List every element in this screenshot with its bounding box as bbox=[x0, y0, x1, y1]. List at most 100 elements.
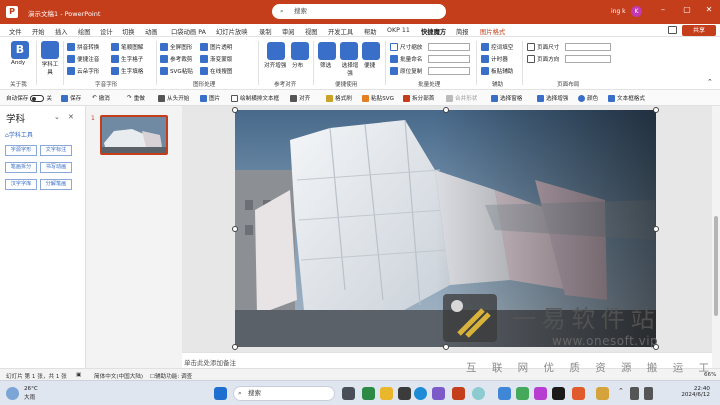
tab-developer[interactable]: 开发工具 bbox=[328, 27, 353, 36]
tab-review[interactable]: 审阅 bbox=[282, 27, 295, 36]
tab-okp[interactable]: OKP 11 bbox=[387, 27, 410, 34]
tab-record[interactable]: 录制 bbox=[259, 27, 272, 36]
powerpoint-icon[interactable]: P bbox=[6, 6, 18, 18]
app-icon[interactable] bbox=[534, 387, 547, 400]
resize-handle[interactable] bbox=[232, 226, 238, 232]
qat-from-start-button[interactable]: 从头开始 bbox=[158, 94, 189, 102]
char-fill-button[interactable]: 生字填格 bbox=[111, 67, 143, 75]
user-name[interactable]: ing k bbox=[611, 8, 626, 15]
qat-save-button[interactable]: 保存 bbox=[61, 94, 81, 102]
batch-rename-button[interactable]: 批量命名 bbox=[390, 55, 422, 63]
in-place-copy-button[interactable]: 原位复制 bbox=[390, 67, 422, 75]
qat-color-button[interactable]: 颜色 bbox=[578, 94, 598, 102]
edge-icon[interactable] bbox=[414, 387, 427, 400]
convenient-icon[interactable] bbox=[362, 42, 380, 60]
tab-design[interactable]: 设计 bbox=[100, 27, 113, 36]
file-explorer-icon[interactable] bbox=[380, 387, 393, 400]
app-icon[interactable] bbox=[472, 387, 485, 400]
tab-pocket-animation[interactable]: 口袋动画 PA bbox=[171, 27, 206, 36]
in-place-copy-input[interactable] bbox=[428, 67, 470, 75]
cloud-font-button[interactable]: 云朵字形 bbox=[67, 67, 99, 75]
align-enhance-icon[interactable] bbox=[267, 42, 285, 60]
resize-handle[interactable] bbox=[443, 107, 449, 113]
tab-view[interactable]: 视图 bbox=[305, 27, 318, 36]
share-button[interactable]: 共享 bbox=[682, 25, 716, 36]
qat-selection-pane-button[interactable]: 选择窗格 bbox=[491, 94, 522, 102]
qat-redo-button[interactable]: ↷ 重做 bbox=[127, 94, 145, 102]
app-icon[interactable] bbox=[498, 387, 511, 400]
tab-file[interactable]: 文件 bbox=[9, 27, 22, 36]
qat-paste-svg-button[interactable]: 粘贴SVG bbox=[362, 94, 394, 102]
qat-split-radical-button[interactable]: 拆分部首 bbox=[403, 94, 434, 102]
close-icon[interactable]: ✕ bbox=[702, 5, 716, 14]
resize-handle[interactable] bbox=[653, 107, 659, 113]
reference-crop-button[interactable]: 参考裁剪 bbox=[160, 55, 192, 63]
pane-dropdown-icon[interactable]: ⌄ bbox=[54, 113, 60, 121]
tab-animations[interactable]: 动画 bbox=[145, 27, 158, 36]
chevron-up-icon[interactable]: ⌃ bbox=[618, 387, 626, 400]
maximize-icon[interactable]: ▢ bbox=[680, 5, 694, 14]
page-size-select[interactable] bbox=[565, 43, 611, 51]
tab-brief[interactable]: 简报 bbox=[456, 27, 469, 36]
tab-transitions[interactable]: 切换 bbox=[122, 27, 135, 36]
fullscreen-shape-button[interactable]: 全屏图形 bbox=[160, 43, 192, 51]
collapse-ribbon-icon[interactable]: ⌃ bbox=[707, 78, 713, 86]
pane-section-title[interactable]: ⌂学科工具 bbox=[5, 130, 33, 139]
comments-icon[interactable] bbox=[668, 26, 677, 34]
learn-tool-icon[interactable] bbox=[41, 41, 59, 59]
network-icon[interactable] bbox=[630, 387, 639, 400]
qat-textbox-format-button[interactable]: 文本框格式 bbox=[608, 94, 645, 102]
pane-button[interactable]: 字源字形 bbox=[5, 145, 37, 156]
stroke-order-button[interactable]: 笔顺图解 bbox=[111, 43, 143, 51]
start-icon[interactable] bbox=[214, 387, 227, 400]
accessibility-status[interactable]: ☐辅助功能: 调查 bbox=[150, 372, 192, 380]
picture-transparent-button[interactable]: 图片透明 bbox=[200, 43, 232, 51]
qat-select-enhance-button[interactable]: 选择增强 bbox=[537, 94, 568, 102]
avatar[interactable]: K bbox=[631, 6, 642, 17]
pinyin-convert-button[interactable]: 拼音转换 bbox=[67, 43, 99, 51]
pane-button[interactable]: 书写动画 bbox=[40, 162, 72, 173]
app-icon[interactable] bbox=[516, 387, 529, 400]
batch-rename-input[interactable] bbox=[428, 55, 470, 63]
app-icon[interactable] bbox=[432, 387, 445, 400]
resize-handle[interactable] bbox=[653, 226, 659, 232]
vertical-scrollbar[interactable] bbox=[712, 106, 720, 368]
app-icon[interactable] bbox=[552, 387, 565, 400]
resize-handle[interactable] bbox=[232, 344, 238, 350]
board-assist-button[interactable]: 板贴辅助 bbox=[481, 67, 513, 75]
timer-button[interactable]: 计时器 bbox=[481, 55, 508, 63]
select-enhance-icon[interactable] bbox=[340, 42, 358, 60]
pane-button[interactable]: 分解笔画 bbox=[40, 179, 72, 190]
powerpoint-taskbar-icon[interactable] bbox=[452, 387, 465, 400]
page-orientation-select[interactable] bbox=[565, 55, 611, 63]
qat-format-painter-button[interactable]: 格式刷 bbox=[326, 94, 352, 102]
volume-icon[interactable] bbox=[644, 387, 653, 400]
size-scale-input[interactable] bbox=[428, 43, 470, 51]
tab-draw[interactable]: 绘图 bbox=[78, 27, 91, 36]
slide-thumbnail[interactable] bbox=[100, 115, 168, 155]
andy-logo-icon[interactable]: B bbox=[11, 41, 29, 59]
language-status[interactable]: 简体中文(中国大陆) bbox=[94, 372, 143, 380]
qat-merge-shapes-button[interactable]: 合并形状 bbox=[446, 94, 477, 102]
minimize-icon[interactable]: – bbox=[656, 5, 670, 14]
qat-undo-button[interactable]: ↶ 撤消 bbox=[92, 94, 110, 102]
tab-slideshow[interactable]: 幻灯片放映 bbox=[216, 27, 247, 36]
app-icon[interactable] bbox=[596, 387, 609, 400]
svg-paste-button[interactable]: SVG粘贴 bbox=[160, 67, 193, 75]
app-icon[interactable] bbox=[362, 387, 375, 400]
tab-insert[interactable]: 插入 bbox=[55, 27, 68, 36]
online-image-search-button[interactable]: 在线搜图 bbox=[200, 67, 232, 75]
size-scale-button[interactable]: 尺寸缩放 bbox=[390, 43, 422, 51]
app-icon[interactable] bbox=[398, 387, 411, 400]
spell-check-icon[interactable]: ▣ bbox=[76, 372, 81, 378]
clock[interactable]: 22:40 2024/6/12 bbox=[668, 386, 710, 398]
qat-picture-button[interactable]: 图片 bbox=[200, 94, 220, 102]
qat-align-button[interactable]: 对齐 bbox=[290, 94, 310, 102]
fill-blank-button[interactable]: 控词填空 bbox=[481, 43, 513, 51]
pane-button[interactable]: 笔画拆分 bbox=[5, 162, 37, 173]
search-box[interactable]: ⌕ 搜索 bbox=[272, 4, 446, 19]
distribute-icon[interactable] bbox=[291, 42, 309, 60]
pane-button[interactable]: 文字标注 bbox=[40, 145, 72, 156]
pane-close-icon[interactable]: ✕ bbox=[68, 113, 74, 121]
tab-help[interactable]: 帮助 bbox=[364, 27, 377, 36]
